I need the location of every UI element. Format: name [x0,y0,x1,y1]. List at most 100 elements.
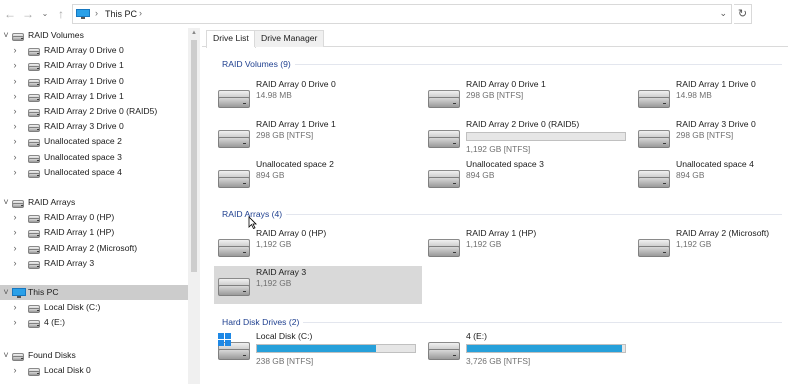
tab-drive-manager[interactable]: Drive Manager [254,30,325,47]
breadcrumb-chevron-icon[interactable]: › [95,8,98,18]
drive-tile[interactable]: RAID Array 0 (HP) 1,192 GB [214,227,422,265]
tree-section-raid-arrays[interactable]: ˅ RAID Arrays [0,195,188,210]
drive-tile[interactable]: RAID Array 2 (Microsoft) 1,192 GB [634,227,788,265]
drive-tile[interactable]: RAID Array 0 Drive 0 14.98 MB [214,78,422,116]
chevron-down-icon[interactable]: ˅ [1,28,11,43]
tree-section-raid-volumes[interactable]: ˅ RAID Volumes [0,28,188,43]
drive-icon [28,124,40,132]
tree-item[interactable]: › Unallocated space 2 [0,134,188,149]
chevron-right-icon[interactable]: › [10,256,20,271]
hard-drive-icon [218,130,250,150]
refresh-icon[interactable]: ↻ [734,4,752,24]
chevron-right-icon[interactable]: › [10,104,20,119]
tree-item[interactable]: › RAID Array 1 Drive 1 [0,89,188,104]
chevron-right-icon[interactable]: › [10,150,20,165]
drive-icon [12,353,24,361]
tree-item[interactable]: › RAID Array 1 Drive 0 [0,74,188,89]
drive-info: 894 GB [256,170,285,180]
tree-section-this-pc[interactable]: ˅ This PC [0,285,188,300]
tree-item[interactable]: › RAID Array 0 (HP) [0,210,188,225]
chevron-right-icon[interactable]: › [10,89,20,104]
hard-drive-icon [428,170,460,190]
tree-item[interactable]: › RAID Array 2 (Microsoft) [0,241,188,256]
drive-icon [28,48,40,56]
scroll-up-arrow-icon[interactable]: ▲ [188,28,200,38]
drive-tile[interactable]: Unallocated space 4 894 GB [634,158,788,196]
tree-item-label: Unallocated space 2 [44,136,122,146]
chevron-right-icon[interactable]: › [10,363,20,378]
tree-item[interactable]: › 4 (E:) [0,315,188,330]
drive-name: Unallocated space 3 [466,159,544,169]
chevron-down-icon[interactable]: ˅ [1,195,11,210]
drive-icon [28,170,40,178]
drive-tile[interactable]: Unallocated space 2 894 GB [214,158,422,196]
usage-bar [256,344,416,353]
sidebar-scroll-thumb[interactable] [191,40,197,272]
arrow-left-icon[interactable]: ← [2,6,18,22]
breadcrumb-chevron-icon[interactable]: › [139,8,142,18]
drive-tile[interactable]: RAID Array 1 (HP) 1,192 GB [424,227,632,265]
drive-name: RAID Array 2 (Microsoft) [676,228,770,238]
tree-item-label: RAID Array 0 (HP) [44,212,115,222]
arrow-up-icon[interactable]: ↑ [53,6,69,22]
chevron-right-icon[interactable]: › [10,74,20,89]
breadcrumb-this-pc[interactable]: This PC [105,9,137,19]
drive-tile[interactable]: RAID Array 1 Drive 0 14.98 MB [634,78,788,116]
drive-tile[interactable]: RAID Array 3 1,192 GB [214,266,422,304]
chevron-right-icon[interactable]: › [10,225,20,240]
tab-drive-list[interactable]: Drive List [206,30,256,48]
tree-item[interactable]: › RAID Array 2 Drive 0 (RAID5) [0,104,188,119]
usage-bar-fill [257,345,376,352]
chevron-right-icon[interactable]: › [10,315,20,330]
navigation-tree: ˅ RAID Volumes › RAID Array 0 Drive 0 › RAID … [0,28,200,384]
tree-item[interactable]: › Local Disk 0 [0,363,188,378]
chevron-right-icon[interactable]: › [10,134,20,149]
tab-strip: Drive List Drive Manager [202,30,788,48]
drive-tile[interactable]: RAID Array 0 Drive 1 298 GB [NTFS] [424,78,632,116]
tree-item-label: RAID Array 2 (Microsoft) [44,243,138,253]
chevron-down-icon[interactable]: ⌄ [719,8,727,19]
chevron-right-icon[interactable]: › [10,119,20,134]
chevron-right-icon[interactable]: › [10,300,20,315]
tree-section-found-disks[interactable]: ˅ Found Disks [0,348,188,363]
tree-item-label: Unallocated space 4 [44,167,122,177]
drive-name: Unallocated space 2 [256,159,334,169]
chevron-right-icon[interactable]: › [10,241,20,256]
hard-drive-icon [428,342,460,362]
chevron-down-icon[interactable]: ⌄ [37,6,53,22]
chevron-right-icon[interactable]: › [10,165,20,180]
drive-icon [28,368,40,376]
chevron-down-icon[interactable]: ˅ [1,348,11,363]
group-divider [286,214,782,215]
tree-item[interactable]: › Unallocated space 3 [0,150,188,165]
chevron-right-icon[interactable]: › [10,43,20,58]
tree-section-label: This PC [28,287,59,297]
drive-icon [28,94,40,102]
arrow-right-icon[interactable]: → [20,6,36,22]
group-header-raid-volumes[interactable]: RAID Volumes (9) [222,58,291,70]
tree-item[interactable]: › RAID Array 0 Drive 1 [0,58,188,73]
tree-item[interactable]: › RAID Array 1 (HP) [0,225,188,240]
drive-tile[interactable]: 4 (E:) 3,726 GB [NTFS] [424,330,632,368]
usage-bar-fill [467,345,622,352]
tree-item[interactable]: › Unallocated space 4 [0,165,188,180]
chevron-right-icon[interactable]: › [10,210,20,225]
drive-tile[interactable]: RAID Array 1 Drive 1 298 GB [NTFS] [214,118,422,156]
drive-info: 1,192 GB [NTFS] [466,144,531,154]
tree-item[interactable]: › Local Disk (C:) [0,300,188,315]
hard-drive-icon [638,90,670,110]
group-header-hard-disk-drives[interactable]: Hard Disk Drives (2) [222,316,299,328]
address-bar[interactable]: › This PC › ⌄ [72,4,732,24]
drive-icon [28,63,40,71]
tree-item[interactable]: › RAID Array 3 Drive 0 [0,119,188,134]
drive-icon [28,320,40,328]
drive-tile[interactable]: Unallocated space 3 894 GB [424,158,632,196]
drive-tile[interactable]: RAID Array 3 Drive 0 298 GB [NTFS] [634,118,788,156]
chevron-down-icon[interactable]: ˅ [1,285,11,300]
drive-tile[interactable]: Local Disk (C:) 238 GB [NTFS] [214,330,422,368]
chevron-right-icon[interactable]: › [10,58,20,73]
drive-tile[interactable]: RAID Array 2 Drive 0 (RAID5) 1,192 GB [NT… [424,118,632,156]
drive-icon [28,246,40,254]
tree-item[interactable]: › RAID Array 0 Drive 0 [0,43,188,58]
tree-item[interactable]: › RAID Array 3 [0,256,188,271]
